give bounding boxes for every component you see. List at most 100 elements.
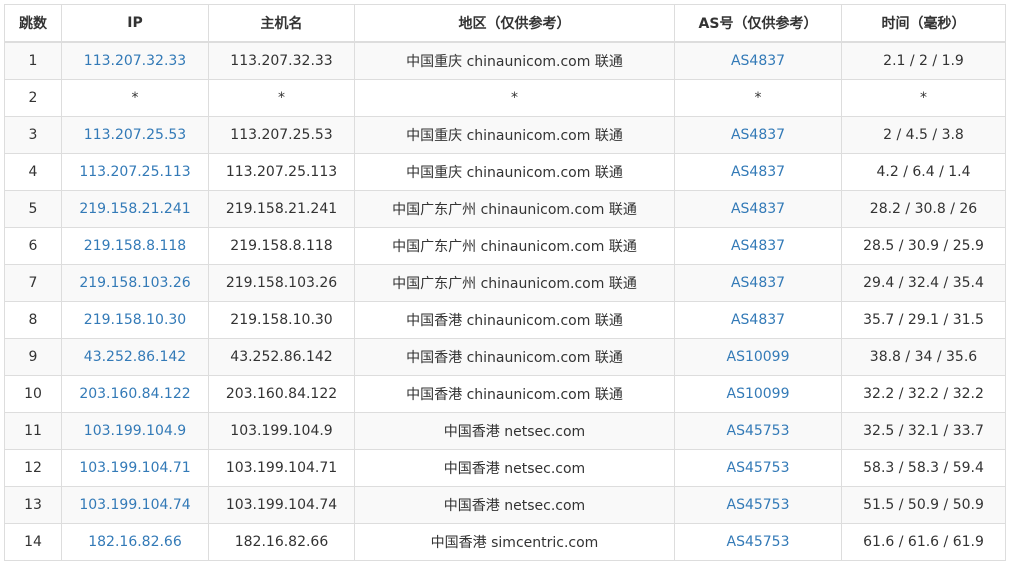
ip-cell: 203.160.84.122 bbox=[61, 375, 209, 413]
time-text: 29.4 / 32.4 / 35.4 bbox=[863, 275, 984, 291]
time-text: 28.2 / 30.8 / 26 bbox=[869, 201, 978, 217]
as-number-link[interactable]: AS4837 bbox=[731, 53, 785, 69]
table-row: 13 103.199.104.74 103.199.104.74 中国香港 netse… bbox=[4, 486, 1006, 524]
hop-text: 13 bbox=[24, 497, 42, 513]
hostname-cell: 103.199.104.71 bbox=[208, 449, 355, 487]
as-number-link[interactable]: AS4837 bbox=[731, 275, 785, 291]
region-text: 中国香港 chinaunicom.com 联通 bbox=[406, 350, 623, 366]
region-cell: 中国重庆 chinaunicom.com 联通 bbox=[354, 41, 675, 80]
as-number-link[interactable]: AS45753 bbox=[727, 534, 790, 550]
as-number-link[interactable]: AS4837 bbox=[731, 127, 785, 143]
region-text: 中国香港 netsec.com bbox=[443, 461, 586, 477]
region-text: 中国广东广州 chinaunicom.com 联通 bbox=[392, 202, 637, 218]
hostname-text: 219.158.8.118 bbox=[230, 238, 333, 254]
time-text: 2.1 / 2 / 1.9 bbox=[883, 53, 964, 69]
hostname-text: 219.158.10.30 bbox=[230, 312, 333, 328]
time-cell: * bbox=[841, 79, 1006, 117]
time-cell: 28.5 / 30.9 / 25.9 bbox=[841, 227, 1006, 265]
ip-link[interactable]: 113.207.25.113 bbox=[79, 164, 190, 180]
as-number-link[interactable]: AS4837 bbox=[731, 312, 785, 328]
traceroute-table-container: 跳数 IP 主机名 地区（仅供参考） AS号（仅供参考） 时间（毫秒） 1 113… bbox=[4, 4, 1006, 561]
ip-link[interactable]: 113.207.32.33 bbox=[84, 53, 186, 69]
hop-cell: 8 bbox=[4, 301, 62, 339]
ip-cell: * bbox=[61, 79, 209, 117]
ip-link[interactable]: 203.160.84.122 bbox=[79, 386, 190, 402]
table-row: 11 103.199.104.9 103.199.104.9 中国香港 netsec.… bbox=[4, 412, 1006, 450]
hop-cell: 9 bbox=[4, 338, 62, 376]
table-row: 4 113.207.25.113 113.207.25.113 中国重庆 chinau… bbox=[4, 153, 1006, 191]
ip-link[interactable]: 219.158.21.241 bbox=[79, 201, 190, 217]
hop-cell: 7 bbox=[4, 264, 62, 302]
time-cell: 38.8 / 34 / 35.6 bbox=[841, 338, 1006, 376]
hostname-text: 203.160.84.122 bbox=[225, 386, 338, 402]
region-cell: 中国香港 chinaunicom.com 联通 bbox=[354, 301, 675, 339]
ip-link[interactable]: 113.207.25.53 bbox=[84, 127, 186, 143]
ip-link[interactable]: 103.199.104.9 bbox=[84, 423, 186, 439]
header-ip: IP bbox=[61, 4, 209, 43]
time-text: * bbox=[920, 90, 927, 106]
region-cell: * bbox=[354, 79, 675, 117]
region-text: 中国广东广州 chinaunicom.com 联通 bbox=[392, 239, 637, 255]
region-text: 中国香港 netsec.com bbox=[443, 424, 586, 440]
ip-link[interactable]: 219.158.8.118 bbox=[84, 238, 186, 254]
hostname-cell: * bbox=[208, 79, 355, 117]
as-number-link[interactable]: AS4837 bbox=[731, 238, 785, 254]
ip-cell: 103.199.104.71 bbox=[61, 449, 209, 487]
hop-cell: 4 bbox=[4, 153, 62, 191]
as-number-cell: AS4837 bbox=[674, 153, 842, 191]
ip-link[interactable]: 103.199.104.71 bbox=[79, 460, 190, 476]
hop-text: 14 bbox=[24, 534, 42, 550]
as-number-link[interactable]: AS4837 bbox=[731, 164, 785, 180]
as-number-link[interactable]: AS45753 bbox=[727, 497, 790, 513]
region-text: 中国重庆 chinaunicom.com 联通 bbox=[406, 128, 623, 144]
time-text: 58.3 / 58.3 / 59.4 bbox=[863, 460, 984, 476]
hostname-cell: 203.160.84.122 bbox=[208, 375, 355, 413]
region-text: 中国香港 chinaunicom.com 联通 bbox=[406, 387, 623, 403]
as-number-cell: AS4837 bbox=[674, 301, 842, 339]
time-cell: 28.2 / 30.8 / 26 bbox=[841, 190, 1006, 228]
as-number-link[interactable]: AS10099 bbox=[727, 349, 790, 365]
as-number-link[interactable]: AS45753 bbox=[727, 423, 790, 439]
hop-text: 3 bbox=[28, 127, 38, 143]
ip-link[interactable]: 103.199.104.74 bbox=[79, 497, 190, 513]
hostname-cell: 219.158.8.118 bbox=[208, 227, 355, 265]
table-row: 7 219.158.103.26 219.158.103.26 中国广东广州 chin… bbox=[4, 264, 1006, 302]
as-number-link[interactable]: AS45753 bbox=[727, 460, 790, 476]
as-number-link[interactable]: AS4837 bbox=[731, 201, 785, 217]
hop-text: 11 bbox=[24, 423, 42, 439]
as-number-cell: AS4837 bbox=[674, 190, 842, 228]
as-number-link[interactable]: AS10099 bbox=[727, 386, 790, 402]
as-number-cell: AS45753 bbox=[674, 412, 842, 450]
region-text: 中国香港 chinaunicom.com 联通 bbox=[406, 313, 623, 329]
ip-cell: 219.158.10.30 bbox=[61, 301, 209, 339]
hostname-cell: 103.199.104.9 bbox=[208, 412, 355, 450]
hostname-cell: 113.207.25.53 bbox=[208, 116, 355, 154]
hop-cell: 13 bbox=[4, 486, 62, 524]
header-as: AS号（仅供参考） bbox=[674, 4, 842, 43]
ip-cell: 113.207.32.33 bbox=[61, 41, 209, 80]
hostname-cell: 43.252.86.142 bbox=[208, 338, 355, 376]
table-row: 14 182.16.82.66 182.16.82.66 中国香港 simcentri… bbox=[4, 523, 1006, 561]
hop-text: 12 bbox=[24, 460, 42, 476]
ip-link[interactable]: 182.16.82.66 bbox=[88, 534, 182, 550]
ip-link[interactable]: 219.158.10.30 bbox=[84, 312, 186, 328]
table-row: 12 103.199.104.71 103.199.104.71 中国香港 netse… bbox=[4, 449, 1006, 487]
time-cell: 32.5 / 32.1 / 33.7 bbox=[841, 412, 1006, 450]
hostname-cell: 219.158.103.26 bbox=[208, 264, 355, 302]
time-text: 4.2 / 6.4 / 1.4 bbox=[876, 164, 971, 180]
region-cell: 中国重庆 chinaunicom.com 联通 bbox=[354, 153, 675, 191]
hop-text: 7 bbox=[28, 275, 38, 291]
as-number-cell: AS4837 bbox=[674, 41, 842, 80]
time-cell: 29.4 / 32.4 / 35.4 bbox=[841, 264, 1006, 302]
ip-link[interactable]: 43.252.86.142 bbox=[84, 349, 186, 365]
hop-text: 9 bbox=[28, 349, 38, 365]
time-text: 32.5 / 32.1 / 33.7 bbox=[863, 423, 984, 439]
as-number-cell: AS4837 bbox=[674, 116, 842, 154]
time-text: 2 / 4.5 / 3.8 bbox=[883, 127, 964, 143]
ip-cell: 113.207.25.53 bbox=[61, 116, 209, 154]
ip-link[interactable]: 219.158.103.26 bbox=[79, 275, 190, 291]
hop-text: 1 bbox=[28, 53, 38, 69]
time-cell: 2.1 / 2 / 1.9 bbox=[841, 41, 1006, 80]
region-cell: 中国广东广州 chinaunicom.com 联通 bbox=[354, 190, 675, 228]
region-text: * bbox=[511, 90, 518, 106]
